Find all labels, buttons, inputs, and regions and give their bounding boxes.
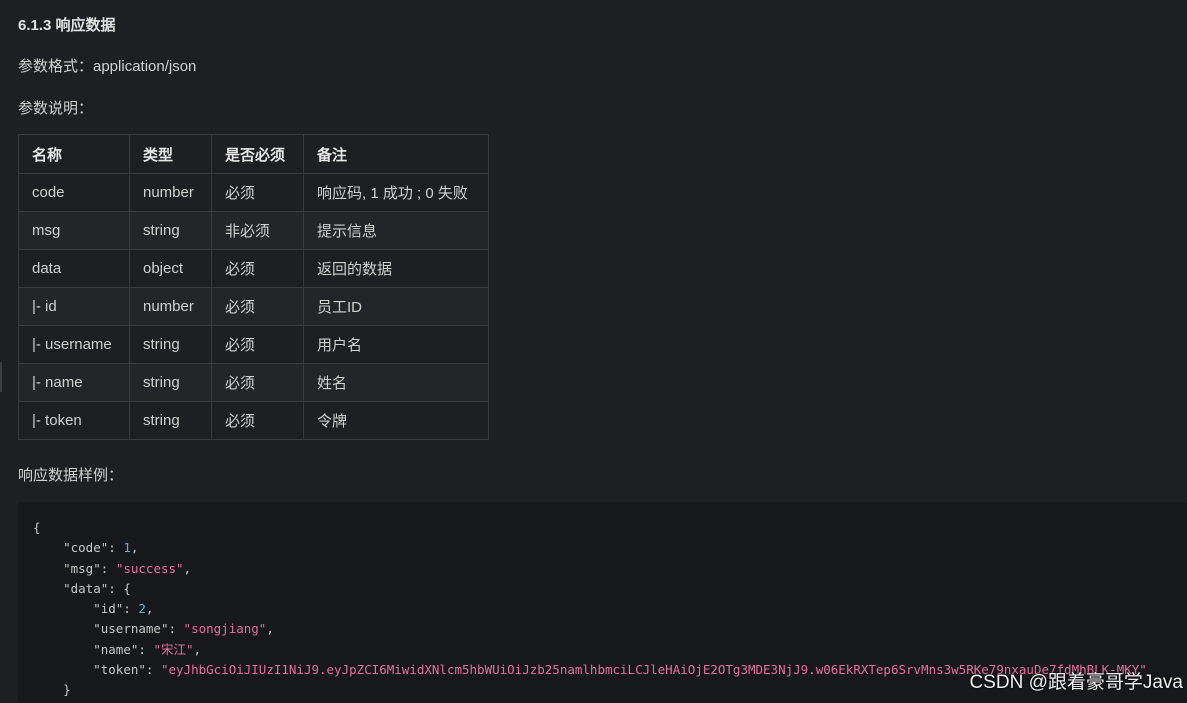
cell-name: code — [18, 173, 130, 212]
cell-remark: 员工ID — [303, 287, 489, 326]
cell-remark: 提示信息 — [303, 211, 489, 250]
code-key: "id" — [93, 601, 124, 617]
cell-type: string — [129, 401, 212, 440]
code-number: 1 — [123, 540, 131, 556]
table-row: |- name string 必须 姓名 — [18, 363, 489, 402]
code-brace-close: } — [63, 682, 71, 698]
cell-remark: 返回的数据 — [303, 249, 489, 288]
code-key: "username" — [93, 621, 169, 637]
params-table: 名称 类型 是否必须 备注 code number 必须 响应码, 1 成功 ;… — [18, 134, 489, 440]
cell-type: number — [129, 287, 212, 326]
table-row: msg string 非必须 提示信息 — [18, 211, 489, 250]
table-row: |- username string 必须 用户名 — [18, 325, 489, 364]
code-number: 2 — [138, 601, 146, 617]
left-edge-marker — [0, 362, 2, 392]
code-key: "code" — [63, 540, 109, 556]
table-header-row: 名称 类型 是否必须 备注 — [18, 134, 489, 174]
cell-type: number — [129, 173, 212, 212]
cell-name: |- name — [18, 363, 130, 402]
code-string: "songjiang" — [183, 621, 267, 637]
cell-required: 必须 — [211, 287, 304, 326]
cell-required: 必须 — [211, 249, 304, 288]
code-key: "token" — [93, 662, 146, 678]
table-row: |- token string 必须 令牌 — [18, 401, 489, 440]
param-format: 参数格式：application/json — [18, 58, 197, 75]
example-label: 响应数据样例： — [18, 467, 124, 484]
cell-type: string — [129, 211, 212, 250]
header-name: 名称 — [18, 134, 130, 174]
code-string: "success" — [115, 560, 184, 576]
cell-required: 必须 — [211, 325, 304, 364]
cell-type: object — [129, 249, 212, 288]
cell-name: |- username — [18, 325, 130, 364]
header-required: 是否必须 — [211, 134, 304, 174]
cell-required: 必须 — [211, 363, 304, 402]
cell-remark: 用户名 — [303, 325, 489, 364]
header-remark: 备注 — [303, 134, 489, 174]
table-row: code number 必须 响应码, 1 成功 ; 0 失败 — [18, 173, 489, 212]
code-string: "宋江" — [153, 641, 194, 657]
cell-name: |- id — [18, 287, 130, 326]
cell-name: |- token — [18, 401, 130, 440]
table-row: |- id number 必须 员工ID — [18, 287, 489, 326]
cell-remark: 令牌 — [303, 401, 489, 440]
cell-required: 必须 — [211, 173, 304, 212]
header-type: 类型 — [129, 134, 212, 174]
cell-name: msg — [18, 211, 130, 250]
table-row: data object 必须 返回的数据 — [18, 249, 489, 288]
section-title: 6.1.3 响应数据 — [18, 17, 116, 34]
code-key: "name" — [93, 641, 139, 657]
cell-type: string — [129, 325, 212, 364]
param-description-label: 参数说明： — [18, 100, 94, 117]
code-brace-open: { — [33, 520, 41, 535]
watermark: CSDN @跟着豪哥学Java — [969, 672, 1183, 693]
cell-required: 必须 — [211, 401, 304, 440]
cell-name: data — [18, 249, 130, 288]
code-key: "data" — [63, 580, 109, 596]
cell-remark: 姓名 — [303, 363, 489, 402]
cell-remark: 响应码, 1 成功 ; 0 失败 — [303, 173, 489, 212]
cell-required: 非必须 — [211, 211, 304, 250]
code-key: "msg" — [63, 560, 101, 576]
cell-type: string — [129, 363, 212, 402]
